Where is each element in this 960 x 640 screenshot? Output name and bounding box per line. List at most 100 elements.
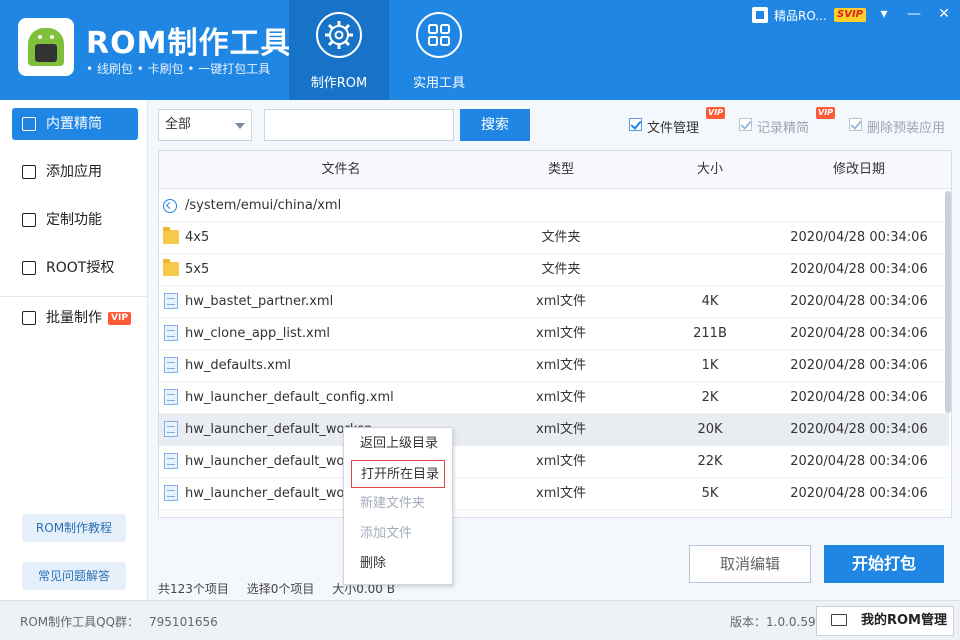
search-button[interactable]: 搜索 bbox=[460, 109, 530, 141]
file-date: 2020/04/28 00:34:06 bbox=[790, 422, 928, 437]
table-row[interactable]: hw_launcher_default_config.xml xml文件 2K … bbox=[159, 382, 949, 414]
tab-make-rom-label: 制作ROM bbox=[310, 76, 368, 91]
close-icon[interactable]: ✕ bbox=[934, 4, 954, 24]
file-type: xml文件 bbox=[536, 326, 586, 341]
table-row[interactable]: 4x5 文件夹 2020/04/28 00:34:06 bbox=[159, 222, 949, 254]
file-type: 文件夹 bbox=[541, 230, 581, 245]
ctx-open-folder[interactable]: 打开所在目录 bbox=[351, 460, 445, 488]
minimize-icon[interactable]: — bbox=[904, 4, 924, 24]
grid-icon bbox=[416, 12, 462, 58]
chevron-down-icon bbox=[235, 123, 245, 129]
sidebar-item-label: 内置精简 bbox=[46, 116, 102, 132]
file-date: 2020/04/28 00:34:06 bbox=[790, 358, 928, 373]
column-header-date[interactable]: 修改日期 bbox=[769, 151, 949, 189]
sidebar-item-add-app[interactable]: 添加应用 bbox=[12, 156, 138, 188]
ctx-add-file[interactable]: 添加文件 bbox=[344, 520, 452, 548]
table-row[interactable]: hw_clone_app_list.xml xml文件 211B 2020/04… bbox=[159, 318, 949, 350]
checkbox-label: 删除预装应用 bbox=[867, 121, 946, 136]
file-name: hw_clone_app_list.xml bbox=[185, 326, 330, 341]
table-header: 文件名 类型 大小 修改日期 bbox=[159, 151, 951, 189]
ctx-new-folder[interactable]: 新建文件夹 bbox=[344, 490, 452, 518]
sidebar-item-label: ROOT授权 bbox=[46, 260, 115, 276]
file-date: 2020/04/28 00:34:06 bbox=[790, 390, 928, 405]
file-type: xml文件 bbox=[536, 294, 586, 309]
gear-icon bbox=[316, 12, 362, 58]
export-icon bbox=[22, 117, 36, 131]
table-row[interactable]: hw_launcher_default_worksp xml文件 22K 202… bbox=[159, 446, 949, 478]
file-name: hw_defaults.xml bbox=[185, 358, 291, 373]
my-rom-management-label: 我的ROM管理 bbox=[861, 613, 947, 628]
footer: ROM制作工具QQ群： 795101656 版本：1.0.0.59 我的ROM管理 bbox=[0, 600, 960, 640]
file-date: 2020/04/28 00:34:06 bbox=[790, 454, 928, 469]
current-path: /system/emui/china/xml bbox=[185, 198, 342, 213]
file-type: xml文件 bbox=[536, 454, 586, 469]
qq-number[interactable]: 795101656 bbox=[149, 615, 218, 629]
folder-icon bbox=[163, 227, 179, 244]
back-arrow-icon bbox=[163, 199, 177, 213]
batch-icon bbox=[22, 311, 36, 325]
tab-utilities-label: 实用工具 bbox=[412, 76, 465, 91]
start-pack-button[interactable]: 开始打包 bbox=[824, 545, 944, 583]
sidebar-item-root[interactable]: ROOT授权 bbox=[12, 252, 138, 284]
filter-select[interactable]: 全部 bbox=[158, 109, 252, 141]
checkbox-label: 记录精简 bbox=[757, 121, 810, 136]
table-row[interactable]: hw_defaults.xml xml文件 1K 2020/04/28 00:3… bbox=[159, 350, 949, 382]
file-type: xml文件 bbox=[536, 390, 586, 405]
user-name: 精品RO... bbox=[774, 9, 827, 23]
file-type: 文件夹 bbox=[541, 262, 581, 277]
item-count: 共123个项目 bbox=[158, 582, 229, 596]
file-type: xml文件 bbox=[536, 358, 586, 373]
tab-utilities[interactable]: 实用工具 bbox=[389, 0, 489, 100]
table-row[interactable]: hw_launcher_default_worksp xml文件 20K 202… bbox=[159, 414, 949, 446]
rom-tutorial-link[interactable]: ROM制作教程 bbox=[22, 514, 126, 542]
my-rom-management-button[interactable]: 我的ROM管理 bbox=[816, 606, 954, 636]
cancel-edit-button[interactable]: 取消编辑 bbox=[689, 545, 811, 583]
faq-link[interactable]: 常见问题解答 bbox=[22, 562, 126, 590]
ctx-delete[interactable]: 删除 bbox=[344, 550, 452, 578]
filter-select-value: 全部 bbox=[165, 117, 192, 132]
file-type: xml文件 bbox=[536, 422, 586, 437]
file-name: hw_launcher_default_config.xml bbox=[185, 390, 394, 405]
file-date: 2020/04/28 00:34:06 bbox=[790, 326, 928, 341]
column-header-name[interactable]: 文件名 bbox=[185, 151, 497, 189]
ctx-go-parent[interactable]: 返回上级目录 bbox=[344, 430, 452, 458]
table-row[interactable]: hw_bastet_partner.xml xml文件 4K 2020/04/2… bbox=[159, 286, 949, 318]
dropdown-menu-icon[interactable]: ▾ bbox=[874, 4, 894, 24]
sidebar-item-builtin-slim[interactable]: 内置精简 bbox=[12, 108, 138, 140]
qq-label: ROM制作工具QQ群： bbox=[20, 615, 140, 629]
checkbox-icon bbox=[849, 118, 862, 131]
file-icon bbox=[164, 485, 178, 501]
file-date: 2020/04/28 00:34:06 bbox=[790, 486, 928, 501]
sidebar-item-label: 定制功能 bbox=[46, 212, 102, 228]
vertical-scrollbar[interactable] bbox=[945, 191, 951, 413]
app-title: ROM制作工具 bbox=[86, 26, 292, 61]
qq-group-info: ROM制作工具QQ群： 795101656 bbox=[20, 613, 218, 630]
sidebar-item-batch[interactable]: 批量制作 VIP bbox=[12, 302, 138, 334]
svip-badge: SVIP bbox=[834, 8, 866, 22]
vip-badge: VIP bbox=[108, 312, 131, 325]
parent-path-row[interactable]: /system/emui/china/xml bbox=[159, 190, 949, 222]
file-table: 文件名 类型 大小 修改日期 /system/emui/china/xml 4x… bbox=[158, 150, 952, 518]
selected-count: 选择0个项目 bbox=[246, 582, 315, 596]
sidebar-divider bbox=[0, 296, 148, 297]
search-input[interactable] bbox=[264, 109, 454, 141]
tab-make-rom[interactable]: 制作ROM bbox=[289, 0, 389, 100]
file-icon bbox=[164, 293, 178, 309]
file-date: 2020/04/28 00:34:06 bbox=[790, 230, 928, 245]
checkbox-icon bbox=[739, 118, 752, 131]
checkbox-icon bbox=[629, 118, 642, 131]
context-menu: 返回上级目录 打开所在目录 新建文件夹 添加文件 删除 bbox=[343, 427, 453, 585]
vip-badge: VIP bbox=[816, 107, 836, 119]
avatar bbox=[752, 7, 768, 23]
sidebar-item-custom[interactable]: 定制功能 bbox=[12, 204, 138, 236]
file-icon bbox=[164, 453, 178, 469]
folder-icon bbox=[163, 259, 179, 276]
sidebar: 内置精简 添加应用 定制功能 ROOT授权 批量制作 VIP ROM制作教程 常… bbox=[0, 100, 148, 600]
table-row[interactable]: 5x5 文件夹 2020/04/28 00:34:06 bbox=[159, 254, 949, 286]
plus-box-icon bbox=[22, 165, 36, 179]
file-icon bbox=[164, 325, 178, 341]
app-header: ROM制作工具 • 线刷包 • 卡刷包 • 一键打包工具 制作ROM 实用工具 … bbox=[0, 0, 960, 100]
column-header-type[interactable]: 类型 bbox=[497, 151, 625, 189]
file-icon bbox=[164, 389, 178, 405]
table-row[interactable]: hw_launcher_default_worksp xml文件 5K 2020… bbox=[159, 478, 949, 510]
